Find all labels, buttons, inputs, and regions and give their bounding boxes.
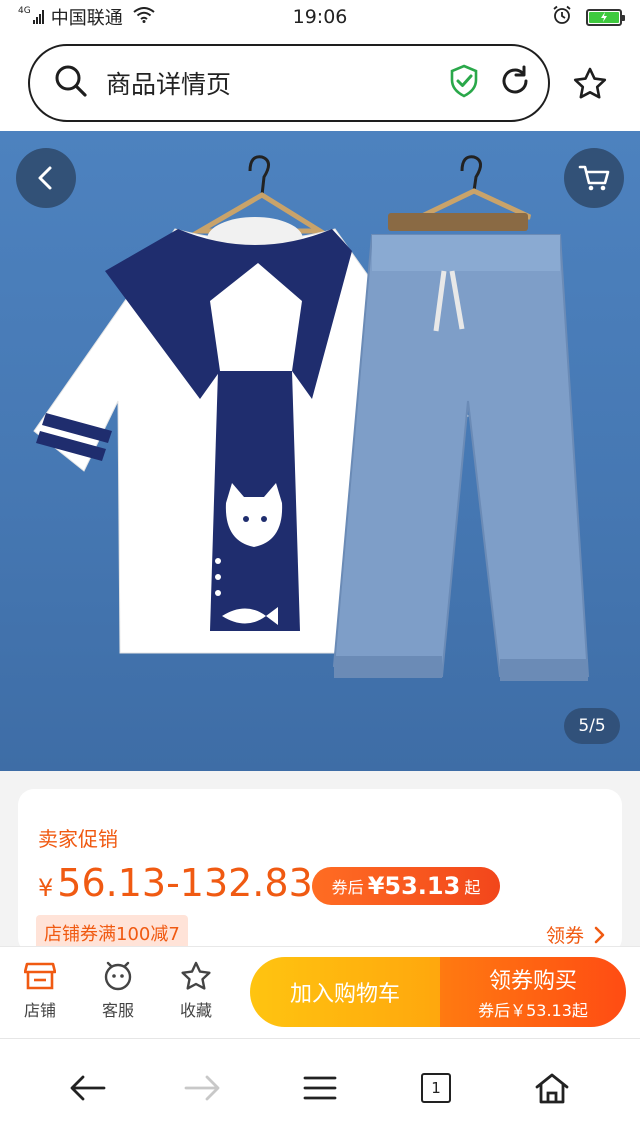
address-bar[interactable]: 商品详情页	[28, 44, 550, 122]
price-row: ¥ 56.13-132.83	[38, 861, 313, 905]
shop-label: 店铺	[23, 1001, 56, 1020]
image-counter: 5/5	[564, 708, 620, 744]
cart-button[interactable]	[564, 148, 624, 208]
chevron-left-icon	[38, 166, 52, 190]
hamburger-menu-icon	[303, 1076, 337, 1100]
favorite-button[interactable]: 收藏	[166, 961, 226, 1021]
carrier-name: 中国联通	[50, 8, 123, 29]
add-to-cart-button[interactable]: 加入购物车	[250, 957, 440, 1027]
favorite-label: 收藏	[179, 1001, 212, 1020]
page-title[interactable]: 商品详情页	[106, 65, 448, 101]
star-icon	[181, 961, 211, 990]
buy-sublabel: 券后￥53.13起	[478, 1001, 588, 1020]
product-photo	[33, 155, 590, 681]
wifi-icon	[133, 6, 155, 28]
nav-back-button[interactable]	[58, 1063, 118, 1113]
store-icon	[24, 962, 56, 990]
nav-menu-button[interactable]	[290, 1063, 350, 1113]
status-bar: 4G 中国联通 19:06	[0, 0, 640, 34]
service-face-icon	[104, 961, 132, 991]
search-icon[interactable]	[54, 64, 88, 102]
favorite-star-icon[interactable]	[566, 60, 614, 108]
price-range: 56.13-132.83	[57, 861, 313, 905]
coupon-suffix: 起	[464, 878, 481, 897]
refresh-icon[interactable]	[498, 64, 532, 102]
battery-icon	[586, 8, 625, 26]
coupon-prefix: 券后	[331, 878, 364, 897]
nav-forward-button[interactable]	[172, 1063, 232, 1113]
nav-home-button[interactable]	[522, 1063, 582, 1113]
arrow-right-icon	[184, 1075, 220, 1101]
get-coupon-label: 领券	[545, 925, 584, 947]
status-left: 4G 中国联通	[18, 4, 155, 30]
browser-nav-bar: 1	[0, 1038, 640, 1138]
network-type: 4G	[18, 5, 31, 16]
status-right	[552, 5, 625, 30]
promo-label: 卖家促销	[38, 827, 118, 851]
currency-symbol: ¥	[38, 874, 54, 902]
get-coupon-link[interactable]: 领券	[546, 921, 606, 948]
product-image[interactable]: 5/5	[0, 131, 640, 771]
buy-with-coupon-button[interactable]: 领券购买 券后￥53.13起	[440, 957, 626, 1027]
buy-label: 领券购买	[488, 969, 577, 994]
address-row: 商品详情页	[0, 38, 640, 130]
home-icon	[535, 1073, 569, 1104]
customer-service-button[interactable]: 客服	[88, 961, 148, 1021]
alarm-icon	[552, 5, 572, 30]
chevron-right-icon	[594, 926, 605, 943]
price-card: 卖家促销 ¥ 56.13-132.83 券后 ¥53.13 起 店铺券满100减…	[18, 789, 622, 954]
price-section: 卖家促销 ¥ 56.13-132.83 券后 ¥53.13 起 店铺券满100减…	[0, 771, 640, 954]
arrow-left-icon	[70, 1075, 106, 1101]
back-button[interactable]	[16, 148, 76, 208]
signal-icon	[32, 10, 44, 24]
bottom-action-bar: 店铺 客服 收藏 加入购物车 领券购买 券后￥53.13起	[0, 946, 640, 1038]
nav-tabs-button[interactable]: 1	[406, 1063, 466, 1113]
shop-button[interactable]: 店铺	[10, 961, 70, 1021]
coupon-amount: ¥53.13	[367, 872, 461, 900]
coupon-price-badge[interactable]: 券后 ¥53.13 起	[312, 867, 500, 905]
cart-icon	[578, 165, 610, 191]
tab-count: 1	[421, 1073, 451, 1103]
service-label: 客服	[101, 1001, 134, 1020]
shield-check-icon[interactable]	[448, 64, 480, 102]
